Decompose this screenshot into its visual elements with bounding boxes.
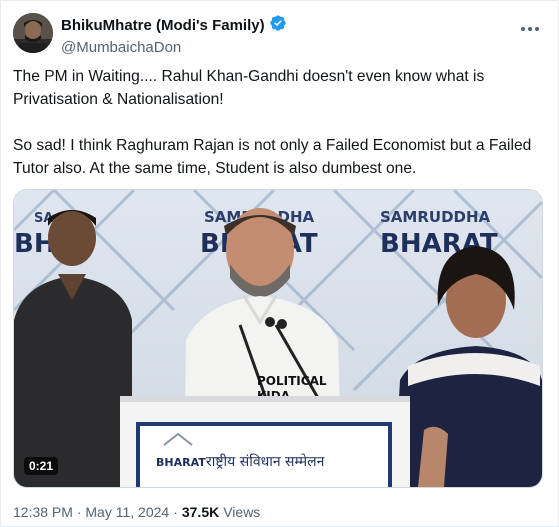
tweet-time-link[interactable]: 12:38 PM · May 11, 2024 [13,504,169,520]
views-count: 37.5K [181,504,220,520]
avatar[interactable] [13,13,53,53]
display-name[interactable]: BhikuMhatre (Modi's Family) [61,17,265,34]
video-frame: SA BHA SAMRUDDHA BHARAT SAMRUDDHA BHARAT [14,190,542,487]
video-player[interactable]: SA BHA SAMRUDDHA BHARAT SAMRUDDHA BHARAT [13,189,543,488]
author-names: BhikuMhatre (Modi's Family) @MumbaichaDo… [61,14,287,56]
tweet-header: BhikuMhatre (Modi's Family) @MumbaichaDo… [13,13,546,56]
meta-separator: · [76,504,82,520]
display-name-row: BhikuMhatre (Modi's Family) [61,14,287,37]
more-horizontal-icon[interactable] [518,19,542,39]
verified-badge-icon [269,14,287,37]
shirt-text-line1: POLITICAL [257,374,327,388]
podium: BHARAT राष्ट्रीय संविधान सम्मेलन [120,396,410,487]
backdrop-brand-right-top: SAMRUDDHA [380,208,491,226]
tweet-meta: 12:38 PM · May 11, 2024 · 37.5K Views [13,504,260,520]
author-handle[interactable]: @MumbaichaDon [61,39,287,56]
podium-text: राष्ट्रीय संविधान सम्मेलन [206,453,325,470]
podium-brand: BHARAT [156,456,206,469]
tweet-text: The PM in Waiting.... Rahul Khan-Gandhi … [13,68,532,177]
tweet-time: 12:38 PM [13,504,73,520]
views-label: Views [223,504,261,520]
tweet-card: BhikuMhatre (Modi's Family) @MumbaichaDo… [0,0,559,527]
meta-separator: · [173,504,178,520]
video-duration-badge: 0:21 [24,457,59,475]
tweet-date: May 11, 2024 [85,504,170,520]
avatar-image [13,13,53,53]
